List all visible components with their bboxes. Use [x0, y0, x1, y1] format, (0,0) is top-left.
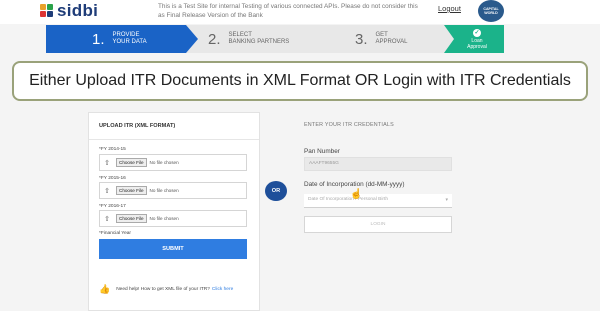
- check-icon: ✓: [473, 28, 481, 37]
- step-number: 1.: [92, 30, 105, 48]
- upload-icon: ⇧: [104, 215, 110, 223]
- chevron-down-icon: ▾: [445, 197, 448, 203]
- sidbi-logo[interactable]: sidbi: [40, 0, 98, 22]
- mouse-cursor-icon: ☝: [350, 189, 363, 200]
- upload-icon: ⇧: [104, 159, 110, 167]
- step-arrow: [186, 25, 198, 53]
- upload-icon: ⇧: [104, 187, 110, 195]
- file-status: No file chosen: [149, 188, 179, 193]
- upload-itr-panel: UPLOAD ITR (XML FORMAT) *FY 2014-15 ⇧ Ch…: [88, 112, 260, 311]
- login-button[interactable]: LOGIN: [304, 216, 452, 233]
- test-site-notice: This is a Test Site for internal Testing…: [158, 3, 418, 19]
- instruction-banner: Either Upload ITR Documents in XML Forma…: [12, 61, 588, 101]
- submit-button[interactable]: SUBMIT: [99, 239, 247, 259]
- file-status: No file chosen: [149, 160, 179, 165]
- help-link[interactable]: Click here: [212, 287, 233, 292]
- itr-credentials-panel: ENTER YOUR ITR CREDENTIALS Pan Number AA…: [294, 112, 466, 262]
- divider: [89, 139, 259, 140]
- file-status: No file chosen: [149, 216, 179, 221]
- doi-label: Date of Incorporation (dd-MM-yyyy): [304, 181, 405, 188]
- financial-year-note: *Financial Year: [99, 231, 132, 236]
- fy-label: *FY 2016-17: [99, 204, 126, 209]
- doi-placeholder: Date Of Incorporation / Personal Birth: [308, 197, 388, 202]
- choose-file-button[interactable]: Choose File: [116, 186, 147, 195]
- partner-badge: CAPITAL WORLD: [478, 0, 504, 22]
- progress-stepper: 1. PROVIDE YOUR DATA 2. SELECT BANKING PAR…: [46, 25, 504, 53]
- upload-panel-title: UPLOAD ITR (XML FORMAT): [99, 123, 176, 129]
- help-text: Need help! How to get XML file of your I…: [116, 287, 210, 292]
- step-number: 3.: [355, 30, 368, 48]
- credentials-panel-title: ENTER YOUR ITR CREDENTIALS: [304, 122, 394, 128]
- date-of-incorporation-input[interactable]: Date Of Incorporation / Personal Birth ▾: [304, 194, 452, 208]
- logout-link[interactable]: Logout: [438, 4, 461, 13]
- step-label: PROVIDE YOUR DATA: [112, 32, 147, 45]
- step-label: Loan Approval: [467, 37, 487, 50]
- fy-label: *FY 2015-16: [99, 176, 126, 181]
- step-notch: [444, 25, 454, 53]
- page: sidbi This is a Test Site for internal T…: [0, 0, 600, 311]
- step-get-approval[interactable]: 3. GET APPROVAL: [355, 25, 407, 53]
- file-input-fy-2015-16[interactable]: ⇧ Choose File No file chosen: [99, 182, 247, 199]
- step-number: 2.: [208, 30, 221, 48]
- logo-text: sidbi: [57, 1, 99, 20]
- thumbs-up-icon: 👍: [99, 284, 111, 294]
- step-provide-data[interactable]: 1. PROVIDE YOUR DATA: [46, 25, 186, 53]
- file-input-fy-2014-15[interactable]: ⇧ Choose File No file chosen: [99, 154, 247, 171]
- logo-mark-icon: [40, 4, 54, 18]
- choose-file-button[interactable]: Choose File: [116, 214, 147, 223]
- pan-number-input[interactable]: AAAFT9655G: [304, 157, 452, 171]
- header: sidbi This is a Test Site for internal T…: [0, 0, 600, 24]
- step-label: GET APPROVAL: [375, 32, 408, 45]
- pan-label: Pan Number: [304, 148, 340, 155]
- step-label: SELECT BANKING PARTNERS: [228, 32, 290, 45]
- file-input-fy-2016-17[interactable]: ⇧ Choose File No file chosen: [99, 210, 247, 227]
- or-divider-badge: OR: [265, 181, 287, 201]
- help-row: 👍 Need help! How to get XML file of your…: [99, 284, 233, 295]
- choose-file-button[interactable]: Choose File: [116, 158, 147, 167]
- step-select-banking-partners[interactable]: 2. SELECT BANKING PARTNERS: [208, 25, 289, 53]
- fy-label: *FY 2014-15: [99, 147, 126, 152]
